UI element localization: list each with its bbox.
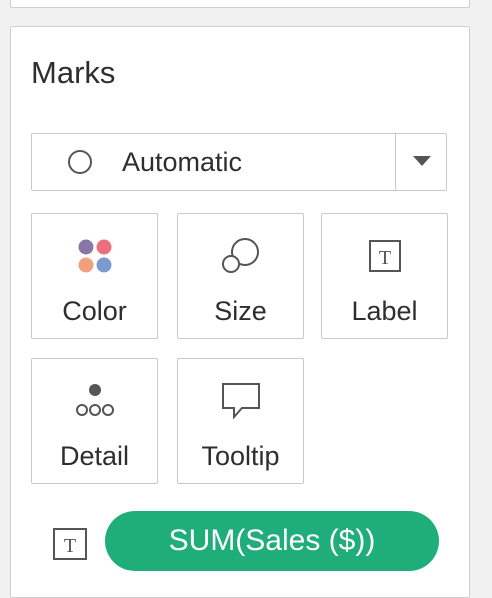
previous-panel bbox=[10, 0, 470, 8]
detail-button-label: Detail bbox=[59, 441, 130, 471]
marks-title: Marks bbox=[31, 55, 116, 90]
svg-text:T: T bbox=[64, 535, 76, 557]
color-dots-icon bbox=[32, 236, 157, 276]
text-label-icon: T bbox=[322, 236, 447, 276]
size-circles-icon bbox=[178, 236, 303, 276]
chevron-down-icon bbox=[413, 156, 431, 166]
sum-sales-pill[interactable]: SUM(Sales ($)) bbox=[105, 511, 439, 571]
size-button-label: Size bbox=[214, 296, 267, 326]
color-button-label: Color bbox=[62, 296, 127, 326]
dropdown-arrow-button[interactable] bbox=[396, 134, 448, 190]
svg-text:T: T bbox=[378, 247, 390, 269]
mark-type-dropdown[interactable]: Automatic bbox=[31, 133, 447, 191]
detail-button[interactable]: Detail bbox=[31, 358, 158, 484]
detail-dots-icon bbox=[32, 381, 157, 421]
tooltip-button-label: Tooltip bbox=[201, 441, 280, 471]
marks-card: Marks Automatic Color Size T Label Detai… bbox=[10, 26, 470, 598]
circle-outline-icon bbox=[66, 148, 94, 176]
text-label-icon[interactable]: T bbox=[51, 527, 91, 561]
label-button[interactable]: T Label bbox=[321, 213, 448, 339]
tooltip-button[interactable]: Tooltip bbox=[177, 358, 304, 484]
mark-type-selected: Automatic bbox=[122, 147, 243, 177]
size-button[interactable]: Size bbox=[177, 213, 304, 339]
tooltip-speech-icon bbox=[178, 381, 303, 421]
color-button[interactable]: Color bbox=[31, 213, 158, 339]
label-button-label: Label bbox=[351, 296, 418, 326]
